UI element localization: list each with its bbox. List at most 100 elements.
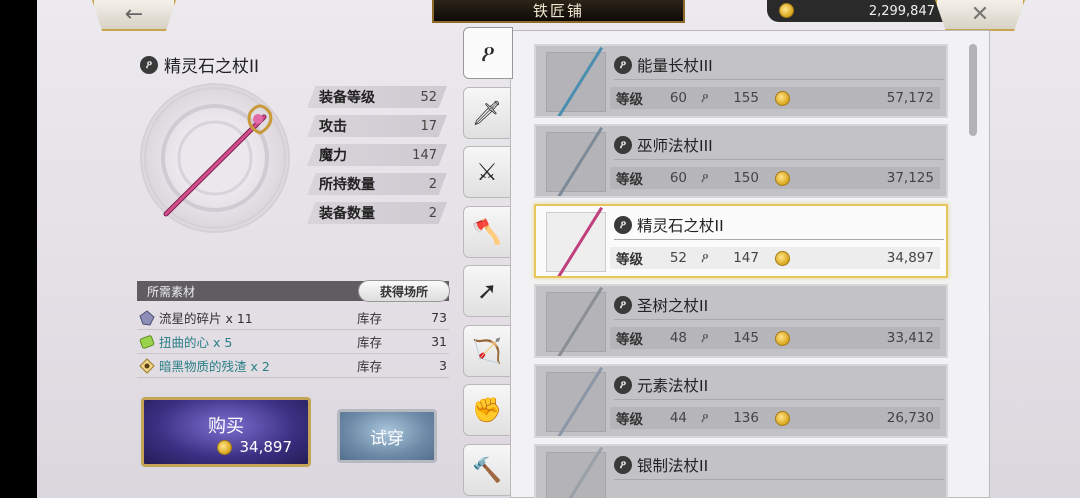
weapon-info-row: 等级 60 ዖ 155 57,172	[610, 87, 940, 109]
stat-value: 52	[420, 89, 437, 105]
material-name: 扭曲的心 x 5	[159, 335, 233, 350]
weapon-name: 巫师法杖III	[637, 137, 713, 155]
close-button[interactable]: ✕	[935, 0, 1025, 31]
stat-row: 所持数量 2	[307, 173, 447, 195]
gold-coin-icon	[775, 250, 790, 266]
meteor-shard-icon	[139, 309, 155, 326]
staff-icon	[557, 126, 603, 196]
material-row[interactable]: 暗黑物质的残渣 x 2 库存 3	[137, 354, 449, 378]
back-button[interactable]: ←	[92, 0, 176, 31]
stat-label: 魔力	[319, 148, 347, 164]
gold-coin-icon	[775, 90, 790, 106]
level-value: 60	[669, 170, 687, 186]
fist-icon: ✊	[472, 396, 502, 424]
magic-icon: ዖ	[701, 410, 709, 426]
stock-count: 31	[431, 334, 447, 349]
weapon-info-row: 等级 60 ዖ 150 37,125	[610, 167, 940, 189]
stat-label: 所持数量	[319, 177, 375, 193]
material-name: 流星的碎片 x 11	[159, 311, 253, 326]
back-arrow-icon: ←	[124, 2, 144, 27]
tab-staff[interactable]: ዖ	[463, 27, 513, 79]
staff-type-icon: ዖ	[140, 55, 158, 74]
level-value: 44	[669, 410, 687, 426]
price-value: 34,897	[886, 250, 934, 266]
stat-row: 攻击 17	[307, 115, 447, 137]
gold-coin-icon	[216, 439, 232, 455]
weapon-list-item[interactable]: ዖ 银制法杖II	[534, 444, 948, 498]
buy-button[interactable]: 购买 34,897	[141, 397, 311, 467]
weapon-list-item[interactable]: ዖ 能量长杖III 等级 60 ዖ 155 57,172	[534, 44, 948, 118]
gold-coin-icon	[775, 410, 790, 426]
divider	[614, 239, 944, 240]
staff-icon	[557, 286, 603, 356]
item-name: 精灵石之杖II	[164, 57, 260, 77]
magic-value: 150	[733, 170, 759, 186]
level-label: 等级	[616, 332, 643, 348]
magic-value: 136	[733, 410, 759, 426]
materials-title: 所需素材	[147, 284, 196, 299]
gold-coin-icon	[779, 3, 794, 18]
list-scrollbar[interactable]	[969, 44, 977, 136]
weapon-name-row: ዖ 精灵石之杖II	[614, 214, 724, 236]
price-value: 37,125	[886, 170, 934, 186]
level-label: 等级	[616, 412, 643, 428]
spear-icon: ➚	[476, 277, 498, 305]
buy-price: 34,897	[216, 438, 292, 456]
stat-label: 攻击	[319, 119, 347, 135]
page-title: 铁匠铺	[432, 0, 685, 23]
stat-value: 2	[428, 205, 437, 221]
level-value: 48	[669, 330, 687, 346]
staff-type-icon: ዖ	[614, 136, 632, 154]
try-on-button[interactable]: 试穿	[337, 409, 437, 463]
staff-type-icon: ዖ	[614, 376, 632, 394]
level-value: 60	[669, 90, 687, 106]
staff-icon	[557, 366, 603, 436]
level-value: 52	[669, 250, 687, 266]
weapon-name: 银制法杖II	[637, 457, 709, 475]
divider	[614, 479, 944, 480]
tab-sword[interactable]: 🗡	[463, 86, 511, 139]
weapon-thumbnail	[546, 366, 606, 436]
weapon-list-item[interactable]: ዖ 巫师法杖III 等级 60 ዖ 150 37,125	[534, 124, 948, 198]
curved-blade-icon: ⚔	[476, 158, 498, 186]
weapon-emblem	[140, 83, 290, 233]
price-value: 26,730	[886, 410, 934, 426]
tab-hammer[interactable]: 🔨	[463, 443, 511, 496]
tab-spear[interactable]: ➚	[463, 265, 511, 317]
level-label: 等级	[616, 252, 643, 268]
bow-icon: 🏹	[472, 336, 502, 365]
magic-icon: ዖ	[701, 170, 709, 186]
magic-value: 147	[733, 250, 759, 266]
gold-coin-icon	[775, 330, 790, 346]
stat-value: 2	[428, 176, 437, 192]
stat-row: 装备数量 2	[307, 202, 447, 224]
weapon-name-row: ዖ 能量长杖III	[614, 54, 713, 76]
magic-icon: ዖ	[701, 330, 709, 346]
weapon-list-item[interactable]: ዖ 圣树之杖II 等级 48 ዖ 145 33,412	[534, 284, 948, 358]
magic-value: 145	[733, 330, 759, 346]
material-row[interactable]: 扭曲的心 x 5 库存 31	[137, 330, 449, 354]
stock-count: 3	[439, 358, 447, 373]
stat-row: 魔力 147	[307, 144, 447, 166]
magic-icon: ዖ	[701, 250, 709, 266]
weapon-list-item[interactable]: ዖ 元素法杖II 等级 44 ዖ 136 26,730	[534, 364, 948, 438]
price-value: 57,172	[886, 90, 934, 106]
weapon-info-row: 等级 44 ዖ 136 26,730	[610, 407, 940, 429]
stat-value: 147	[412, 147, 437, 163]
stock-label: 库存	[357, 359, 383, 374]
sword-icon: 🗡	[471, 98, 503, 127]
weapon-list-item[interactable]: ዖ 精灵石之杖II 等级 52 ዖ 147 34,897	[534, 204, 948, 278]
material-row[interactable]: 流星的碎片 x 11 库存 73	[137, 306, 449, 330]
price-value: 33,412	[886, 330, 934, 346]
level-label: 等级	[616, 92, 643, 108]
close-icon: ✕	[970, 2, 990, 27]
tab-fist[interactable]: ✊	[463, 384, 511, 436]
stock-label: 库存	[357, 335, 383, 350]
tab-blade[interactable]: ⚔	[463, 146, 511, 198]
obtain-location-button[interactable]: 获得场所	[358, 280, 450, 302]
staff-icon	[557, 446, 603, 498]
tab-bow[interactable]: 🏹	[463, 324, 511, 377]
staff-icon	[557, 206, 603, 276]
tab-axe[interactable]: 🪓	[463, 205, 511, 258]
stat-label: 装备数量	[319, 206, 375, 222]
